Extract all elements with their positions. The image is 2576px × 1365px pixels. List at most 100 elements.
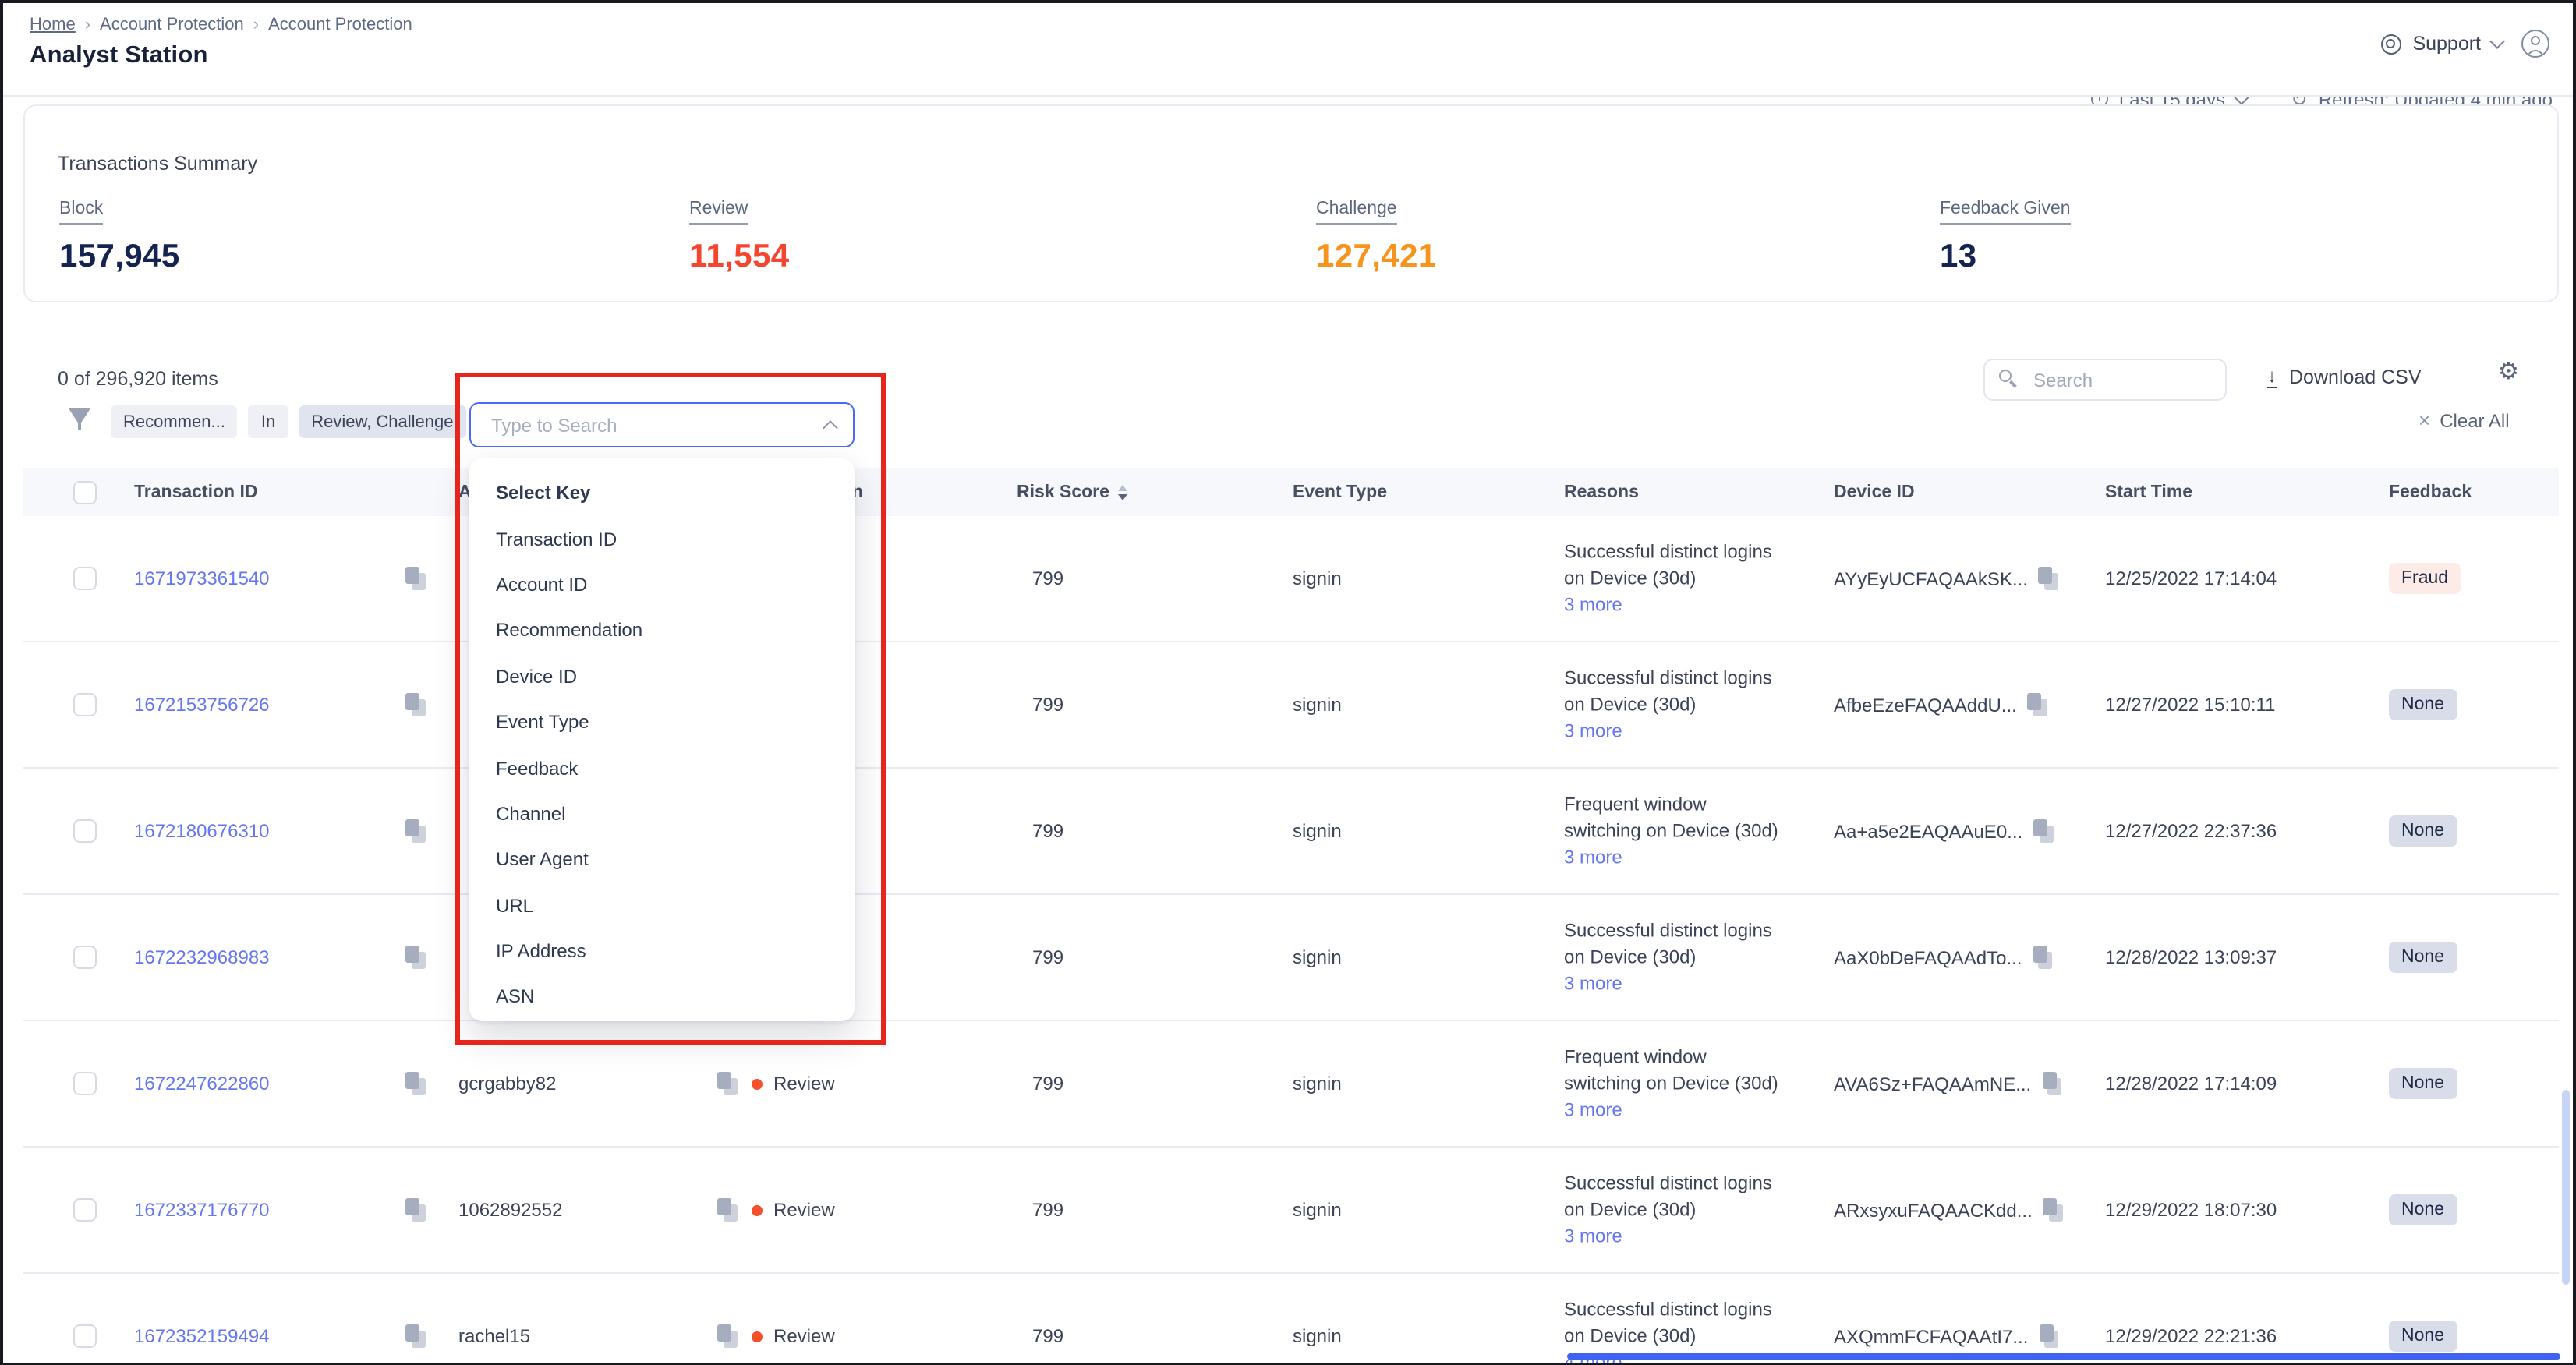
copy-icon[interactable]	[405, 693, 427, 716]
dropdown-group-label: Select Key	[469, 470, 855, 516]
copy-icon[interactable]	[717, 1072, 739, 1095]
row-checkbox[interactable]	[73, 946, 97, 969]
metric-label[interactable]: Block	[59, 200, 103, 224]
copy-icon[interactable]	[2028, 693, 2050, 716]
copy-icon[interactable]	[405, 1072, 427, 1095]
select-all-checkbox[interactable]	[73, 480, 97, 504]
account-id: gcrgabby82	[458, 1073, 556, 1094]
event-type: signin	[1293, 820, 1342, 842]
row-checkbox[interactable]	[73, 693, 97, 716]
column-header-risk_score[interactable]: Risk Score	[1017, 483, 1128, 501]
table-search[interactable]	[1983, 359, 2227, 401]
feedback-cell: None	[2389, 942, 2457, 973]
clear-all-button[interactable]: × Clear All	[2419, 410, 2510, 432]
search-input[interactable]	[2030, 367, 2208, 392]
metric-label[interactable]: Review	[689, 200, 748, 224]
reason-line: Frequent window	[1564, 1045, 1842, 1070]
copy-icon[interactable]	[405, 1198, 427, 1222]
summary-metric: Feedback Given13	[1940, 193, 2071, 275]
feedback-cell: Fraud	[2389, 563, 2461, 594]
breadcrumb-separator-icon: ›	[85, 16, 90, 34]
download-csv-button[interactable]: ↓ Download CSV	[2267, 366, 2422, 388]
dropdown-option[interactable]: Account ID	[469, 562, 855, 608]
topbar-actions: Support	[2381, 30, 2549, 58]
transaction-id-link[interactable]: 1672153756726	[134, 694, 270, 716]
copy-icon[interactable]	[405, 1324, 427, 1348]
copy-icon[interactable]	[405, 567, 427, 590]
transaction-id-link[interactable]: 1671973361540	[134, 568, 270, 589]
column-header-start_time: Start Time	[2105, 483, 2192, 501]
table-row: 1672352159494rachel15Review799signinSucc…	[23, 1274, 2559, 1365]
support-icon	[2381, 34, 2401, 54]
chevron-down-icon	[2234, 96, 2249, 104]
breadcrumb-account-protection[interactable]: Account Protection	[100, 16, 244, 34]
dropdown-option[interactable]: User Agent	[469, 836, 855, 882]
device-id-cell: Aa+a5e2EAQAAuE0...	[1834, 819, 2055, 843]
copy-icon[interactable]	[2042, 1072, 2064, 1095]
transaction-id-link[interactable]: 1672232968983	[134, 946, 270, 968]
key-search-field[interactable]	[469, 402, 855, 447]
start-time: 12/29/2022 18:07:30	[2105, 1199, 2277, 1221]
more-reasons-link[interactable]: 3 more	[1564, 971, 1622, 997]
device-id: AfbeEzeFAQAAddU...	[1834, 694, 2017, 716]
breadcrumb-home[interactable]: Home	[30, 16, 76, 34]
row-checkbox[interactable]	[73, 567, 97, 590]
more-reasons-link[interactable]: 3 more	[1564, 592, 1622, 618]
event-type: signin	[1293, 1325, 1342, 1347]
reasons: Frequent windowswitching on Device (30d)…	[1564, 1045, 1842, 1123]
transaction-id-link[interactable]: 1672337176770	[134, 1199, 270, 1221]
start-time: 12/28/2022 17:14:09	[2105, 1073, 2277, 1094]
transaction-id-link[interactable]: 1672180676310	[134, 820, 270, 842]
table-row: 16723371767701062892552Review799signinSu…	[23, 1148, 2559, 1274]
metric-label[interactable]: Challenge	[1316, 200, 1397, 224]
support-menu[interactable]: Support	[2381, 33, 2503, 55]
sort-icons[interactable]	[1119, 484, 1128, 500]
dropdown-option[interactable]: ASN	[469, 974, 855, 1020]
risk-score: 799	[1032, 820, 1063, 842]
transaction-id-link[interactable]: 1672352159494	[134, 1325, 270, 1347]
account-id: rachel15	[458, 1325, 530, 1347]
copy-icon[interactable]	[717, 1198, 739, 1222]
metric-label[interactable]: Feedback Given	[1940, 200, 2071, 224]
gear-icon[interactable]: ⚙	[2498, 360, 2519, 384]
dropdown-option[interactable]: Event Type	[469, 699, 855, 745]
user-avatar[interactable]	[2521, 30, 2549, 58]
row-checkbox[interactable]	[73, 1324, 97, 1348]
more-reasons-link[interactable]: 3 more	[1564, 1224, 1622, 1250]
dropdown-option[interactable]: Feedback	[469, 745, 855, 791]
dropdown-option[interactable]: Device ID	[469, 653, 855, 699]
row-checkbox[interactable]	[73, 1198, 97, 1222]
copy-icon[interactable]	[717, 1324, 739, 1348]
filter-chip[interactable]: Review, Challenge	[299, 405, 465, 438]
dropdown-option[interactable]: URL	[469, 882, 855, 928]
clear-icon: ×	[2419, 412, 2430, 430]
start-time: 12/28/2022 13:09:37	[2105, 946, 2277, 968]
copy-icon[interactable]	[2033, 819, 2055, 843]
dropdown-option[interactable]: IP Address	[469, 928, 855, 974]
row-checkbox[interactable]	[73, 819, 97, 843]
start-time: 12/25/2022 17:14:04	[2105, 568, 2277, 589]
dropdown-option[interactable]: Transaction ID	[469, 516, 855, 562]
filter-chip[interactable]: In	[249, 405, 288, 438]
copy-icon[interactable]	[2033, 946, 2054, 969]
horizontal-scrollbar-thumb[interactable]	[1567, 1353, 2560, 1359]
device-id-cell: AYyEyUCFAQAAkSK...	[1834, 567, 2061, 590]
more-reasons-link[interactable]: 3 more	[1564, 719, 1622, 744]
key-search-input[interactable]	[488, 412, 825, 437]
filter-chip[interactable]: Recommen...	[111, 405, 238, 438]
copy-icon[interactable]	[2039, 1324, 2061, 1348]
vertical-scrollbar-thumb[interactable]	[2561, 1090, 2569, 1285]
more-reasons-link[interactable]: 3 more	[1564, 1098, 1622, 1123]
dropdown-option[interactable]: Recommendation	[469, 607, 855, 653]
copy-icon[interactable]	[2039, 567, 2061, 590]
copy-icon[interactable]	[2043, 1198, 2065, 1222]
row-checkbox[interactable]	[73, 1072, 97, 1095]
transaction-id-link[interactable]: 1672247622860	[134, 1073, 270, 1094]
more-reasons-link[interactable]: 3 more	[1564, 845, 1622, 871]
feedback-cell: None	[2389, 1321, 2457, 1352]
copy-icon[interactable]	[405, 819, 427, 843]
dropdown-option[interactable]: Channel	[469, 790, 855, 836]
download-csv-label: Download CSV	[2289, 366, 2422, 388]
device-id: AYyEyUCFAQAAkSK...	[1834, 568, 2028, 589]
copy-icon[interactable]	[405, 946, 427, 969]
